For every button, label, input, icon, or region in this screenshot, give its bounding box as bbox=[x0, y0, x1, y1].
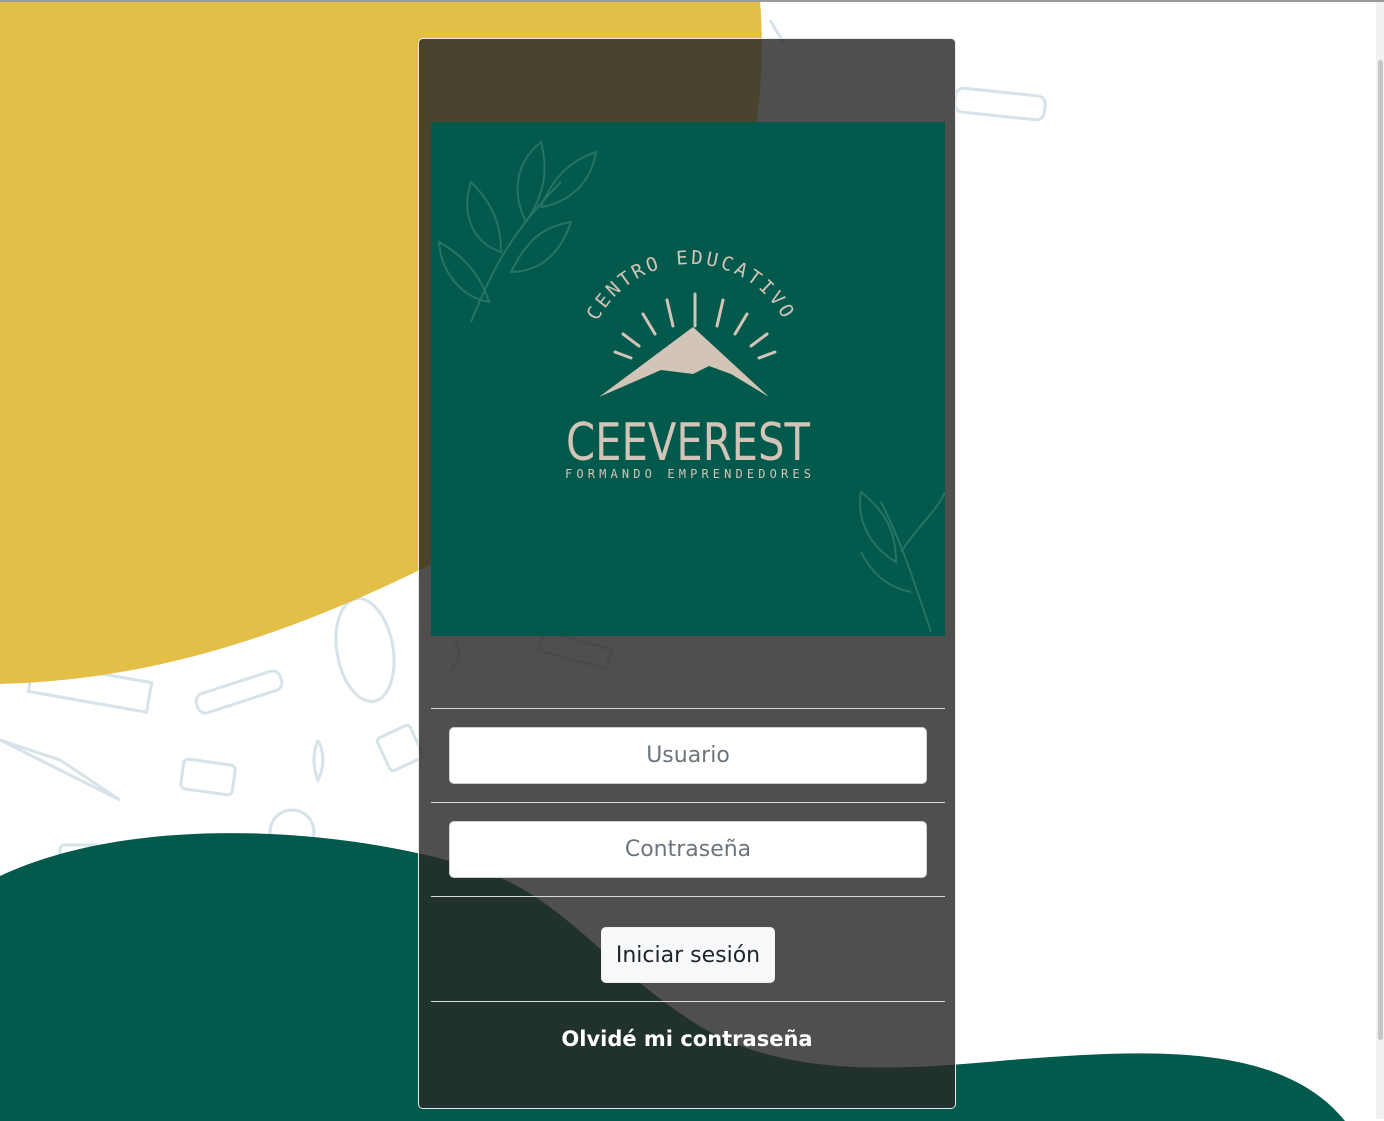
leaf-icon bbox=[437, 140, 945, 633]
logo-name: CEEVEREST bbox=[566, 413, 810, 473]
svg-text:CENTRO EDUCATIVO: CENTRO EDUCATIVO bbox=[582, 247, 799, 324]
mountain-icon bbox=[599, 327, 769, 397]
scrollbar-thumb[interactable] bbox=[1378, 60, 1383, 1040]
divider bbox=[431, 896, 945, 897]
logo-graphic: CENTRO EDUCATIVO CEEVEREST FORMANDO EMPR… bbox=[437, 140, 945, 633]
window-top-border bbox=[0, 0, 1384, 2]
login-button[interactable]: Iniciar sesión bbox=[601, 927, 775, 983]
divider bbox=[431, 708, 945, 709]
forgot-password-link[interactable]: Olvidé mi contraseña bbox=[419, 1027, 955, 1051]
username-input[interactable] bbox=[449, 727, 927, 784]
scrollbar-track[interactable] bbox=[1376, 2, 1384, 1119]
divider bbox=[431, 802, 945, 803]
logo-top-text: CENTRO EDUCATIVO bbox=[582, 247, 796, 324]
divider bbox=[431, 1001, 945, 1002]
ceeverest-logo: CENTRO EDUCATIVO CEEVEREST FORMANDO EMPR… bbox=[431, 122, 945, 636]
password-input[interactable] bbox=[449, 821, 927, 878]
login-panel: CENTRO EDUCATIVO CEEVEREST FORMANDO EMPR… bbox=[418, 38, 956, 1109]
